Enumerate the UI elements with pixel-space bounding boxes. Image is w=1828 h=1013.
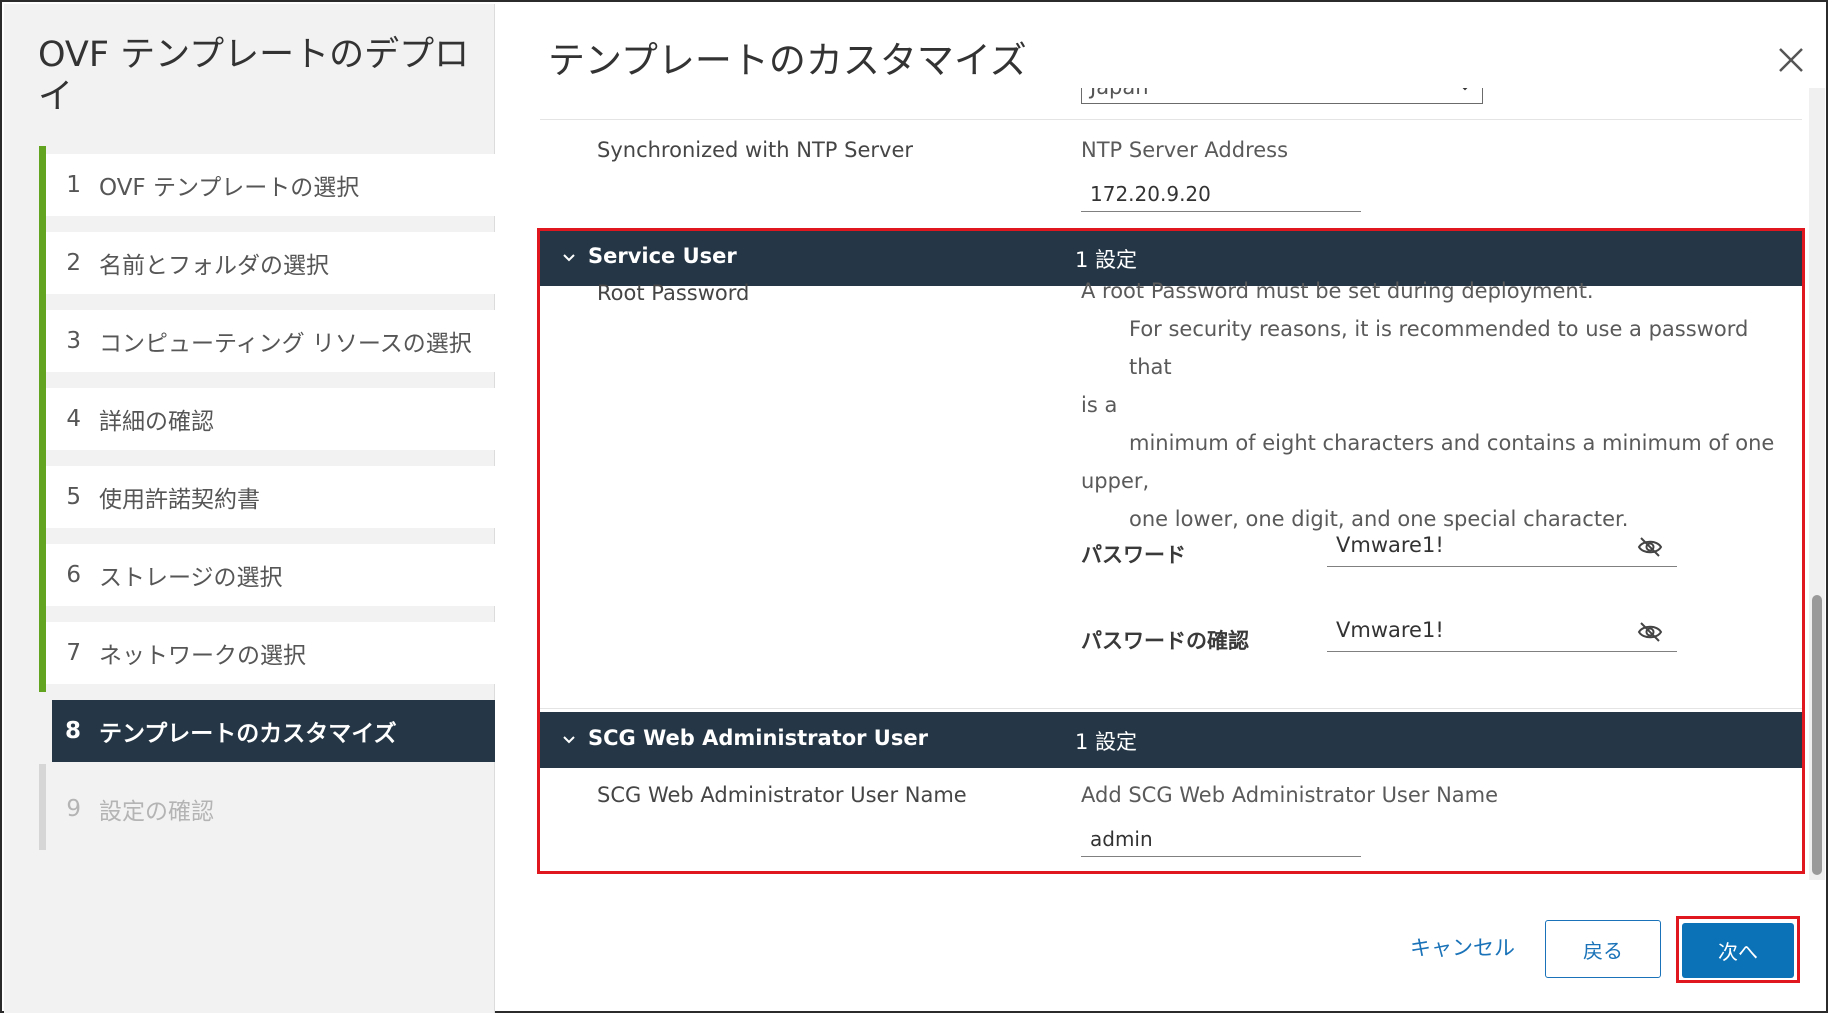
step-complete-indicator xyxy=(39,536,46,614)
root-password-label: Root Password xyxy=(597,281,750,305)
scg-admin-section-header[interactable]: SCG Web Administrator User 1 設定 xyxy=(540,712,1802,768)
wizard-step-5[interactable]: 5 使用許諾契約書 xyxy=(39,458,495,536)
content-scrollbar[interactable] xyxy=(1809,88,1825,880)
timezone-select[interactable]: Japan xyxy=(1081,88,1483,104)
step-complete-indicator xyxy=(39,302,46,380)
desc-line: is a xyxy=(1081,393,1118,417)
step-number: 9 xyxy=(66,796,81,822)
chevron-down-icon xyxy=(1462,88,1468,91)
chevron-down-icon xyxy=(563,736,575,744)
step-number: 6 xyxy=(66,562,81,588)
root-password-description: A root Password must be set during deplo… xyxy=(1081,272,1781,538)
step-number: 1 xyxy=(66,172,81,198)
wizard-step-3[interactable]: 3 コンピューティング リソースの選択 xyxy=(39,302,495,380)
confirm-password-value: Vmware1! xyxy=(1336,618,1444,642)
desc-line: A root Password must be set during deplo… xyxy=(1081,279,1594,303)
step-number: 2 xyxy=(66,250,81,276)
scg-username-input[interactable] xyxy=(1081,821,1361,857)
wizard-step-1[interactable]: 1 OVF テンプレートの選択 xyxy=(39,146,495,224)
password-label: パスワード xyxy=(1081,543,1186,567)
step-label: ストレージの選択 xyxy=(99,565,283,591)
step-label: テンプレートのカスタマイズ xyxy=(99,721,397,747)
step-number: 3 xyxy=(66,328,81,354)
dialog-frame: OVF テンプレートのデプロイ 1 OVF テンプレートの選択 2 名前とフォル… xyxy=(0,0,1828,1013)
timezone-select-value: Japan xyxy=(1090,88,1149,99)
scg-username-description: Add SCG Web Administrator User Name xyxy=(1081,783,1499,807)
section-setting-count: 1 設定 xyxy=(1075,248,1138,272)
wizard-steps: 1 OVF テンプレートの選択 2 名前とフォルダの選択 3 コンピューティング… xyxy=(39,146,495,856)
step-number: 7 xyxy=(66,640,81,666)
back-button[interactable]: 戻る xyxy=(1545,920,1661,978)
step-pending-indicator xyxy=(39,764,46,850)
ntp-label: Synchronized with NTP Server xyxy=(597,138,914,162)
step-complete-indicator xyxy=(39,614,46,692)
wizard-title: OVF テンプレートのデプロイ xyxy=(38,35,470,117)
chevron-down-icon xyxy=(563,254,575,262)
eye-hide-icon[interactable] xyxy=(1637,536,1663,558)
row-divider xyxy=(540,708,1802,709)
customize-template-content: Japan Synchronized with NTP Server NTP S… xyxy=(540,88,1802,880)
section-title: SCG Web Administrator User xyxy=(588,726,928,750)
step-label: 使用許諾契約書 xyxy=(99,487,260,513)
step-label: 設定の確認 xyxy=(99,799,214,825)
wizard-step-2[interactable]: 2 名前とフォルダの選択 xyxy=(39,224,495,302)
step-complete-indicator xyxy=(39,146,46,224)
step-number: 8 xyxy=(64,718,81,744)
step-number: 4 xyxy=(66,406,81,432)
scrollbar-thumb[interactable] xyxy=(1812,595,1822,875)
step-number: 5 xyxy=(66,484,81,510)
password-value: Vmware1! xyxy=(1336,533,1444,557)
ntp-server-input[interactable] xyxy=(1081,176,1361,212)
desc-line: upper, xyxy=(1081,469,1150,493)
confirm-password-field[interactable]: Vmware1! xyxy=(1327,614,1677,652)
close-icon[interactable] xyxy=(1777,46,1805,74)
row-divider xyxy=(540,119,1802,120)
wizard-step-7[interactable]: 7 ネットワークの選択 xyxy=(39,614,495,692)
wizard-step-8-active[interactable]: 8 テンプレートのカスタマイズ xyxy=(52,700,495,762)
next-button[interactable]: 次へ xyxy=(1682,923,1794,978)
step-label: 名前とフォルダの選択 xyxy=(99,253,329,279)
step-label: OVF テンプレートの選択 xyxy=(99,175,360,201)
wizard-step-6[interactable]: 6 ストレージの選択 xyxy=(39,536,495,614)
step-label: ネットワークの選択 xyxy=(99,643,306,669)
section-setting-count: 1 設定 xyxy=(1075,730,1138,754)
confirm-password-label: パスワードの確認 xyxy=(1081,629,1249,653)
step-complete-indicator xyxy=(39,380,46,458)
page-title: テンプレートのカスタマイズ xyxy=(548,39,1027,82)
wizard-step-4[interactable]: 4 詳細の確認 xyxy=(39,380,495,458)
eye-hide-icon[interactable] xyxy=(1637,621,1663,643)
password-field[interactable]: Vmware1! xyxy=(1327,529,1677,567)
desc-line: For security reasons, it is recommended … xyxy=(1129,317,1749,379)
step-label: 詳細の確認 xyxy=(99,409,214,435)
wizard-step-9: 9 設定の確認 xyxy=(39,778,495,840)
step-label: コンピューティング リソースの選択 xyxy=(99,331,472,357)
wizard-sidebar: OVF テンプレートのデプロイ 1 OVF テンプレートの選択 2 名前とフォル… xyxy=(4,4,495,1013)
scg-username-label: SCG Web Administrator User Name xyxy=(597,783,967,807)
ntp-description: NTP Server Address xyxy=(1081,138,1289,162)
step-complete-indicator xyxy=(39,224,46,302)
cancel-button[interactable]: キャンセル xyxy=(1410,932,1515,962)
step-complete-indicator xyxy=(39,458,46,536)
section-title: Service User xyxy=(588,244,737,268)
desc-line: minimum of eight characters and contains… xyxy=(1129,431,1775,455)
